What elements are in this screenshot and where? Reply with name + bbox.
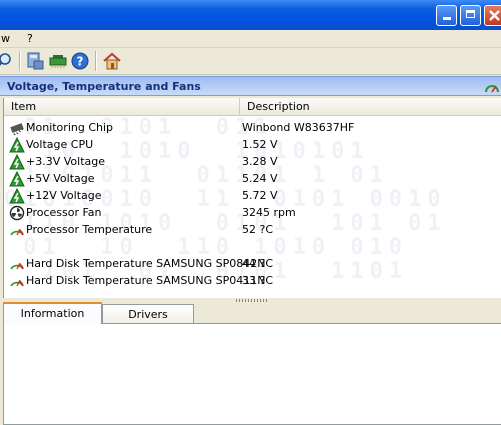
svg-text:?: ? <box>77 55 84 69</box>
list-item[interactable]: +3.3V Voltage 3.28 V <box>4 153 501 170</box>
panel-header: Voltage, Temperature and Fans <box>0 76 501 96</box>
chip-icon[interactable] <box>48 51 68 71</box>
list-item[interactable]: Hard Disk Temperature SAMSUNG SP0842N 44… <box>4 255 501 272</box>
list-item[interactable]: Monitoring Chip Winbond W83637HF <box>4 119 501 136</box>
item-label: Monitoring Chip <box>26 121 114 134</box>
home-icon[interactable] <box>102 51 122 71</box>
tab-information[interactable]: Information <box>3 302 102 324</box>
column-header-description[interactable]: Description <box>240 98 501 116</box>
monitoring-chip-icon <box>10 123 24 136</box>
menu-bar: w ? <box>0 30 501 48</box>
window-titlebar <box>0 0 501 30</box>
voltage-icon <box>9 154 25 170</box>
toolbar: ? <box>0 48 501 75</box>
list-item[interactable]: +5V Voltage 5.24 V <box>4 170 501 187</box>
list-item[interactable]: Hard Disk Temperature SAMSUNG SP0411N 33… <box>4 272 501 289</box>
toolbar-separator <box>19 51 21 71</box>
close-button[interactable] <box>484 5 501 26</box>
item-value: 3.28 V <box>242 155 278 168</box>
list-item[interactable]: Processor Temperature 52 ?C <box>4 221 501 238</box>
item-label: Processor Fan <box>26 206 102 219</box>
item-value: 5.72 V <box>242 189 278 202</box>
splitter-grip-icon <box>236 299 268 302</box>
item-label: Processor Temperature <box>26 223 153 236</box>
tab-drivers-label: Drivers <box>128 308 168 321</box>
menu-item-window[interactable]: w <box>1 32 10 45</box>
help-icon[interactable]: ? <box>70 51 90 71</box>
search-icon[interactable] <box>0 51 14 71</box>
item-value: 33 ?C <box>242 274 274 287</box>
tab-information-label: Information <box>20 307 85 320</box>
minimize-icon <box>442 17 451 20</box>
maximize-button[interactable] <box>460 5 481 26</box>
computer-icon[interactable] <box>25 51 45 71</box>
item-label: +3.3V Voltage <box>26 155 105 168</box>
tab-drivers[interactable]: Drivers <box>102 304 194 324</box>
temperature-icon <box>10 279 24 287</box>
item-value: 5.24 V <box>242 172 278 185</box>
panel-title: Voltage, Temperature and Fans <box>7 80 201 93</box>
sensor-list[interactable]: 01 0101 011 10 1010 1010101 1101011 0110… <box>3 98 501 298</box>
temperature-icon <box>10 262 24 270</box>
list-item[interactable]: Voltage CPU 1.52 V <box>4 136 501 153</box>
temperature-icon <box>10 228 24 236</box>
column-header-item-label: Item <box>11 100 37 113</box>
fan-icon <box>9 205 25 221</box>
list-item[interactable]: Processor Fan 3245 rpm <box>4 204 501 221</box>
item-value: 52 ?C <box>242 223 274 236</box>
voltage-icon <box>9 171 25 187</box>
item-label: +5V Voltage <box>26 172 95 185</box>
item-value: Winbond W83637HF <box>242 121 355 134</box>
list-item[interactable]: +12V Voltage 5.72 V <box>4 187 501 204</box>
column-header-description-label: Description <box>247 100 310 113</box>
minimize-button[interactable] <box>436 5 457 26</box>
item-value: 1.52 V <box>242 138 278 151</box>
tab-strip: Information Drivers <box>0 302 501 324</box>
item-label: Voltage CPU <box>26 138 94 151</box>
item-label: Hard Disk Temperature SAMSUNG SP0411N <box>26 274 266 287</box>
voltage-icon <box>9 137 25 153</box>
maximize-icon <box>466 10 475 18</box>
toolbar-separator <box>95 51 97 71</box>
menu-item-help[interactable]: ? <box>27 32 33 45</box>
gauge-icon <box>485 85 499 93</box>
close-icon <box>489 10 500 21</box>
item-label: Hard Disk Temperature SAMSUNG SP0842N <box>26 257 266 270</box>
voltage-icon <box>9 188 25 204</box>
item-value: 3245 rpm <box>242 206 296 219</box>
column-header-item[interactable]: Item <box>4 98 240 116</box>
tab-content-panel <box>3 323 501 425</box>
item-label: +12V Voltage <box>26 189 102 202</box>
item-value: 44 ?C <box>242 257 274 270</box>
